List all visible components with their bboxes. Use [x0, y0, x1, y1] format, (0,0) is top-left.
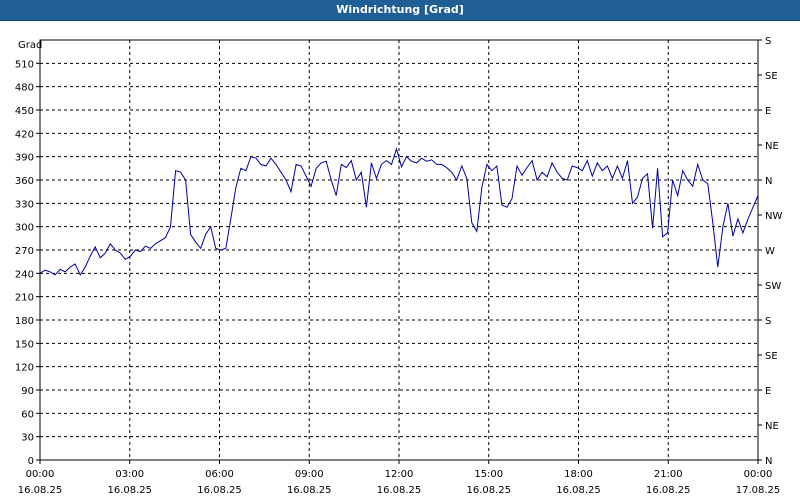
y-tick-label: 420 [15, 129, 34, 140]
x-tick-date-label: 16.08.25 [377, 485, 422, 496]
y-tick-label: 450 [15, 106, 34, 117]
y-tick-label: 210 [15, 293, 34, 304]
y2-tick-label: NE [765, 141, 779, 152]
wind-direction-chart: 0 30 60 90 120 150 180 210 240 270 300 330 360 390 420… [15, 36, 783, 496]
y-tick-label: 0 [28, 456, 34, 467]
x-tick-date-label: 16.08.25 [197, 485, 242, 496]
y2-tick-label: NW [765, 211, 782, 222]
x-tick-date-label: 16.08.25 [107, 485, 152, 496]
x-tick-time-label: 21:00 [654, 469, 683, 480]
y2-tick-label: N [765, 456, 772, 467]
y2-tick-label: NE [765, 421, 779, 432]
y2-tick-label: S [765, 316, 771, 327]
y2-tick-label: N [765, 176, 772, 187]
grid [40, 39, 758, 460]
x-tick-date-label: 16.08.25 [18, 485, 63, 496]
y2-tick-label: SE [765, 71, 778, 82]
y-tick-label: 150 [15, 339, 34, 350]
y-tick-label: 120 [15, 363, 34, 374]
y-tick-label: 360 [15, 176, 34, 187]
y2-tick-label: S [765, 36, 771, 47]
x-tick-time-label: 12:00 [385, 469, 414, 480]
x-tick-date-label: 16.08.25 [556, 485, 601, 496]
x-tick-date-label: 17.08.25 [736, 485, 781, 496]
y-tick-label: 390 [15, 153, 34, 164]
y-tick-label: 300 [15, 223, 34, 234]
y2-axis-compass: N NE E SE S SW W NW N NE E SE S [758, 36, 782, 467]
y-tick-label: 180 [15, 316, 34, 327]
x-axis: 00:00 16.08.25 03:00 16.08.25 06:00 16.08.25 0… [18, 460, 781, 496]
y-axis-label: Grad [18, 40, 42, 51]
y-tick-label: 90 [21, 386, 34, 397]
y-tick-label: 510 [15, 59, 34, 70]
y-tick-label: 270 [15, 246, 34, 257]
y2-tick-label: W [765, 246, 775, 257]
y-tick-label: 330 [15, 199, 34, 210]
x-tick-time-label: 03:00 [115, 469, 144, 480]
y-axis: 0 30 60 90 120 150 180 210 240 270 300 330 360 390 420… [15, 59, 40, 467]
y-tick-label: 60 [21, 409, 34, 420]
x-tick-time-label: 00:00 [26, 469, 55, 480]
x-tick-time-label: 00:00 [744, 469, 773, 480]
y-tick-label: 480 [15, 83, 34, 94]
y-tick-label: 30 [21, 433, 34, 444]
x-tick-time-label: 09:00 [295, 469, 324, 480]
x-tick-date-label: 16.08.25 [287, 485, 332, 496]
y2-tick-label: E [765, 386, 771, 397]
y2-tick-label: E [765, 106, 771, 117]
y-tick-label: 240 [15, 269, 34, 280]
x-tick-time-label: 18:00 [564, 469, 593, 480]
x-tick-time-label: 06:00 [205, 469, 234, 480]
y2-tick-label: SW [765, 281, 781, 292]
x-tick-date-label: 16.08.25 [646, 485, 691, 496]
x-tick-date-label: 16.08.25 [466, 485, 511, 496]
y2-tick-label: SE [765, 351, 778, 362]
x-tick-time-label: 15:00 [474, 469, 503, 480]
